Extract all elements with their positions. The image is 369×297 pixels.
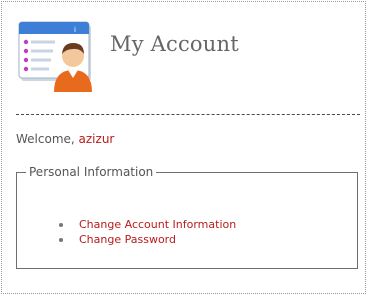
header-divider: [16, 114, 360, 115]
page-header: i My Account: [18, 18, 358, 98]
list-item: Change Password: [57, 232, 236, 247]
username: azizur: [78, 132, 115, 146]
personal-information-legend: Personal Information: [29, 165, 154, 179]
welcome-prefix: Welcome,: [16, 132, 79, 146]
personal-information-panel: Personal Information Change Account Info…: [16, 165, 358, 269]
bullet-icon: [59, 238, 63, 242]
account-links-list: Change Account Information Change Passwo…: [57, 217, 236, 247]
svg-text:i: i: [74, 26, 76, 34]
page-title: My Account: [110, 32, 239, 56]
bullet-icon: [59, 223, 63, 227]
account-card-icon: i: [18, 21, 92, 92]
list-item: Change Account Information: [57, 217, 236, 232]
welcome-message: Welcome, azizur: [16, 132, 114, 146]
change-password-link[interactable]: Change Password: [79, 233, 176, 246]
change-account-information-link[interactable]: Change Account Information: [79, 218, 236, 231]
